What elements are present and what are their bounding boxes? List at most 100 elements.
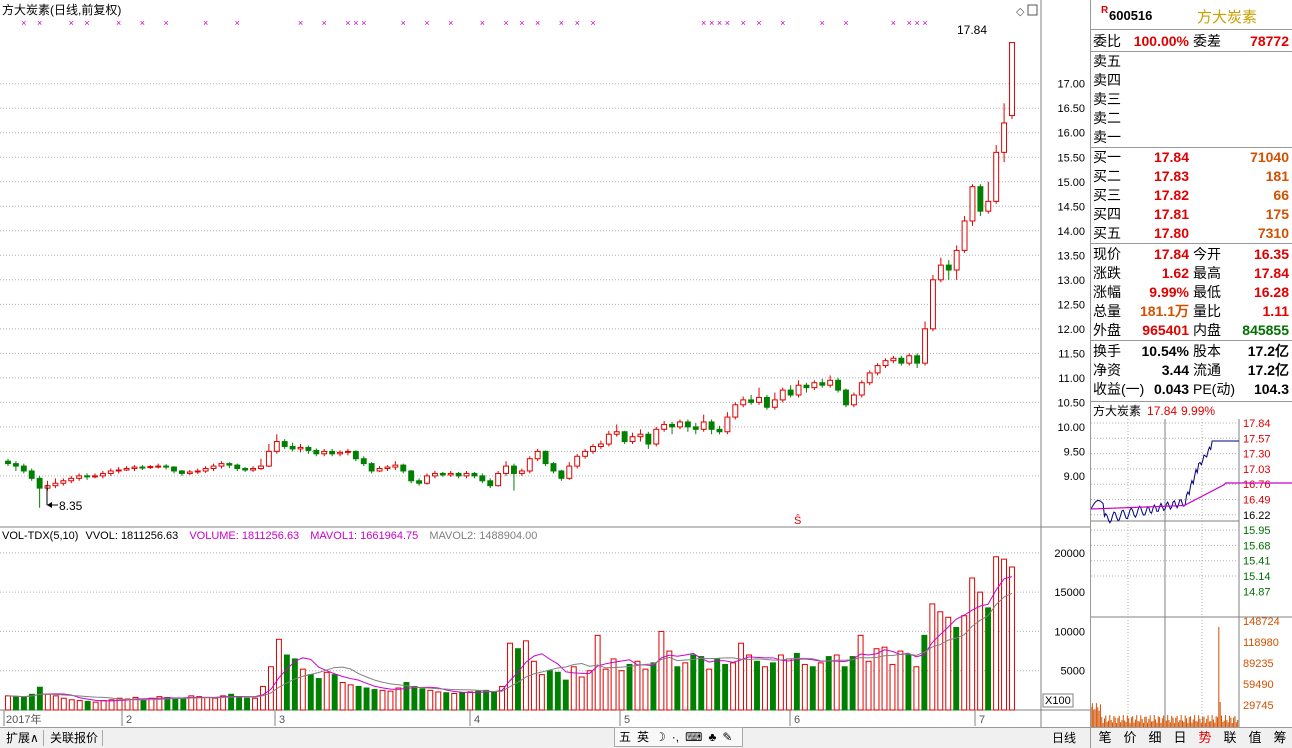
candle-body[interactable] bbox=[155, 465, 162, 468]
volume-bar[interactable] bbox=[913, 666, 920, 711]
candle-body[interactable] bbox=[906, 355, 913, 364]
volume-bar[interactable] bbox=[825, 656, 832, 711]
volume-bar[interactable] bbox=[642, 668, 649, 711]
candle-body[interactable] bbox=[653, 428, 660, 445]
volume-bar[interactable] bbox=[993, 556, 1000, 711]
ime-button[interactable]: 英 bbox=[637, 730, 649, 744]
candle-body[interactable] bbox=[771, 399, 778, 408]
candle-body[interactable] bbox=[28, 470, 35, 479]
ime-button[interactable]: ☽ bbox=[655, 730, 666, 744]
candle-body[interactable] bbox=[376, 468, 383, 472]
ime-button[interactable]: ⌨ bbox=[685, 730, 702, 744]
candle-body[interactable] bbox=[424, 475, 430, 484]
volume-bar[interactable] bbox=[315, 678, 322, 711]
volume-bar[interactable] bbox=[260, 685, 266, 711]
ime-button[interactable]: ✎ bbox=[722, 730, 732, 744]
candle-body[interactable] bbox=[511, 465, 517, 474]
candle-body[interactable] bbox=[827, 379, 834, 386]
candle-body[interactable] bbox=[542, 450, 549, 465]
volume-bar[interactable] bbox=[36, 686, 43, 711]
volume-bar[interactable] bbox=[244, 697, 250, 711]
sell-row[interactable]: 卖二 bbox=[1093, 109, 1291, 127]
volume-bar[interactable] bbox=[666, 650, 673, 711]
volume-bar[interactable] bbox=[180, 698, 187, 711]
buy-row[interactable]: 买五 17.80 7310 bbox=[1093, 224, 1291, 242]
candle-body[interactable] bbox=[439, 472, 446, 476]
volume-bar[interactable] bbox=[841, 666, 848, 711]
candle-body[interactable] bbox=[471, 472, 478, 477]
volume-bar[interactable] bbox=[475, 690, 482, 711]
candle-body[interactable] bbox=[447, 472, 454, 476]
volume-bar[interactable] bbox=[562, 679, 569, 711]
candle-body[interactable] bbox=[5, 460, 11, 465]
candle-body[interactable] bbox=[937, 264, 944, 281]
volume-bar[interactable] bbox=[602, 668, 609, 711]
candle-body[interactable] bbox=[605, 433, 612, 445]
candle-body[interactable] bbox=[692, 426, 699, 430]
volume-bar[interactable] bbox=[714, 658, 721, 711]
volume-bar[interactable] bbox=[403, 682, 410, 711]
volume-bar[interactable] bbox=[435, 691, 442, 711]
sell-row[interactable]: 卖五 bbox=[1093, 52, 1291, 70]
volume-bar[interactable] bbox=[68, 699, 75, 711]
candle-body[interactable] bbox=[945, 264, 952, 271]
volume-bar[interactable] bbox=[323, 671, 330, 711]
volume-bar[interactable] bbox=[363, 687, 370, 711]
candle-body[interactable] bbox=[550, 463, 557, 472]
volume-bar[interactable] bbox=[706, 668, 713, 711]
candle-body[interactable] bbox=[313, 449, 320, 455]
candle-body[interactable] bbox=[985, 200, 992, 212]
volume-bar[interactable] bbox=[467, 691, 474, 711]
volume-bar[interactable] bbox=[212, 697, 219, 711]
candle-body[interactable] bbox=[858, 382, 865, 396]
related-quote-tab[interactable]: 关联报价 bbox=[46, 730, 104, 746]
volume-bar[interactable] bbox=[299, 668, 306, 711]
right-tab[interactable]: 日 bbox=[1168, 730, 1192, 746]
candle-body[interactable] bbox=[178, 470, 185, 474]
candle-body[interactable] bbox=[400, 464, 407, 472]
volume-bar[interactable] bbox=[60, 697, 67, 711]
volume-bar[interactable] bbox=[252, 697, 258, 711]
volume-bar[interactable] bbox=[674, 666, 681, 711]
candle-body[interactable] bbox=[202, 468, 209, 472]
candle-body[interactable] bbox=[724, 416, 731, 433]
volume-bar[interactable] bbox=[929, 603, 936, 711]
candle-body[interactable] bbox=[416, 480, 423, 484]
candle-body[interactable] bbox=[265, 450, 272, 467]
candle-body[interactable] bbox=[44, 485, 51, 489]
volume-bar[interactable] bbox=[626, 663, 633, 711]
right-tab[interactable]: 笔 bbox=[1093, 730, 1117, 746]
candle-body[interactable] bbox=[748, 399, 755, 403]
sell-row[interactable]: 卖四 bbox=[1093, 71, 1291, 89]
candle-body[interactable] bbox=[321, 450, 328, 455]
volume-bar[interactable] bbox=[770, 662, 776, 711]
candle-body[interactable] bbox=[337, 451, 343, 455]
candle-body[interactable] bbox=[811, 382, 818, 389]
candle-body[interactable] bbox=[123, 468, 130, 471]
volume-bar[interactable] bbox=[865, 660, 872, 711]
right-tab[interactable]: 势 bbox=[1193, 730, 1217, 746]
volume-bar[interactable] bbox=[5, 695, 11, 711]
volume-bar[interactable] bbox=[347, 684, 354, 711]
candle-body[interactable] bbox=[352, 450, 359, 460]
candle-body[interactable] bbox=[677, 421, 683, 428]
candle-body[interactable] bbox=[779, 389, 786, 401]
volume-bar[interactable] bbox=[92, 701, 99, 711]
volume-bar[interactable] bbox=[411, 685, 418, 711]
volume-bar[interactable] bbox=[204, 696, 211, 711]
candle-body[interactable] bbox=[866, 372, 873, 384]
candle-body[interactable] bbox=[171, 466, 177, 472]
volume-bar[interactable] bbox=[682, 662, 689, 711]
candle-body[interactable] bbox=[360, 458, 367, 465]
candle-body[interactable] bbox=[882, 360, 889, 367]
volume-bar[interactable] bbox=[331, 674, 338, 711]
candle-body[interactable] bbox=[147, 466, 154, 469]
volume-bar[interactable] bbox=[762, 666, 768, 711]
candle-body[interactable] bbox=[329, 450, 336, 455]
ime-button[interactable]: ·, bbox=[672, 730, 679, 744]
candle-body[interactable] bbox=[969, 186, 976, 222]
volume-bar[interactable] bbox=[801, 663, 808, 711]
candle-body[interactable] bbox=[835, 379, 842, 391]
volume-bar[interactable] bbox=[419, 688, 426, 711]
candle-body[interactable] bbox=[242, 468, 249, 471]
